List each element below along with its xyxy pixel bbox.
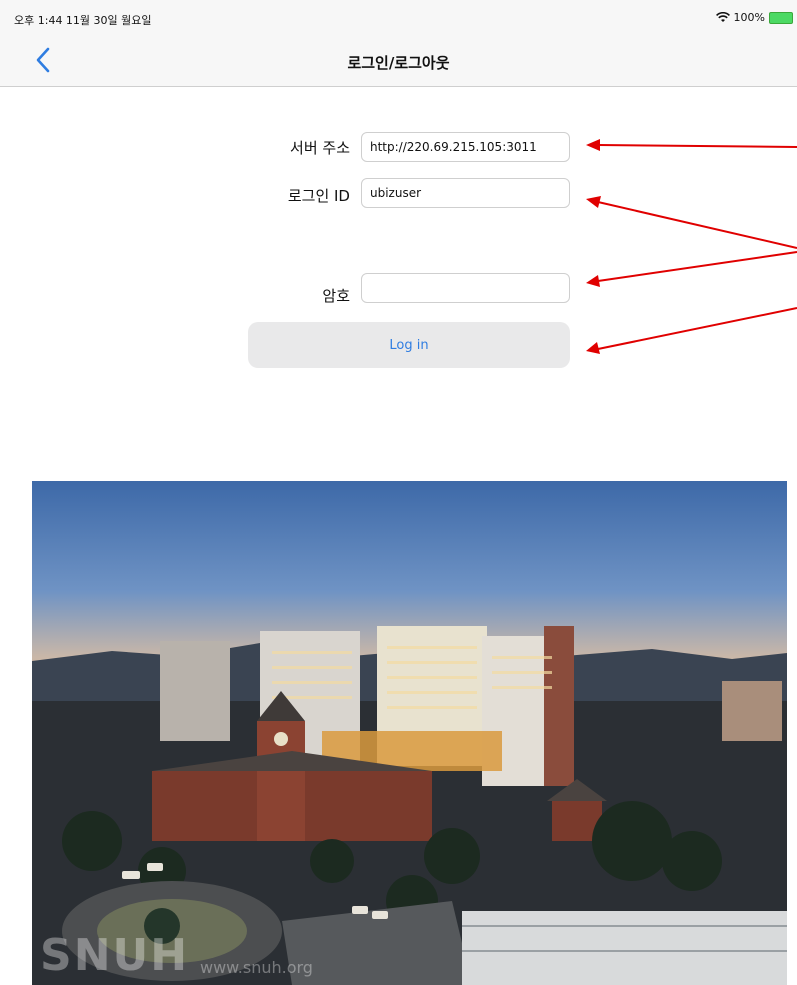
arrow-password xyxy=(597,251,797,282)
status-bar: 오후 1:44 11월 30일 월요일 100% xyxy=(0,0,797,34)
password-field[interactable] xyxy=(361,273,570,303)
arrow-login-id xyxy=(597,201,797,249)
arrow-login-button xyxy=(597,307,797,350)
status-right: 100% xyxy=(715,11,793,24)
login-id-field[interactable] xyxy=(361,178,570,208)
server-address-field[interactable] xyxy=(361,132,570,162)
arrowhead-password xyxy=(586,275,600,287)
arrow-server xyxy=(597,144,797,148)
battery-percent: 100% xyxy=(733,11,765,24)
password-label: 암호 xyxy=(322,287,350,305)
login-id-label: 로그인 ID xyxy=(287,187,350,205)
login-button[interactable]: Log in xyxy=(248,322,570,368)
campus-photo xyxy=(32,481,787,985)
arrowhead-server xyxy=(586,139,600,151)
battery-icon xyxy=(769,11,793,24)
server-address-label: 서버 주소 xyxy=(290,139,350,157)
page-title: 로그인/로그아웃 xyxy=(347,54,450,72)
arrowhead-login-id xyxy=(586,196,601,208)
status-time-date: 오후 1:44 11월 30일 월요일 xyxy=(14,14,152,27)
navigation-bar: 로그인/로그아웃 xyxy=(0,34,797,87)
photo-watermark-url: www.snuh.org xyxy=(200,958,313,977)
arrowhead-login-button xyxy=(586,342,600,354)
photo-watermark: SNUH xyxy=(40,930,190,981)
wifi-icon xyxy=(715,12,730,22)
